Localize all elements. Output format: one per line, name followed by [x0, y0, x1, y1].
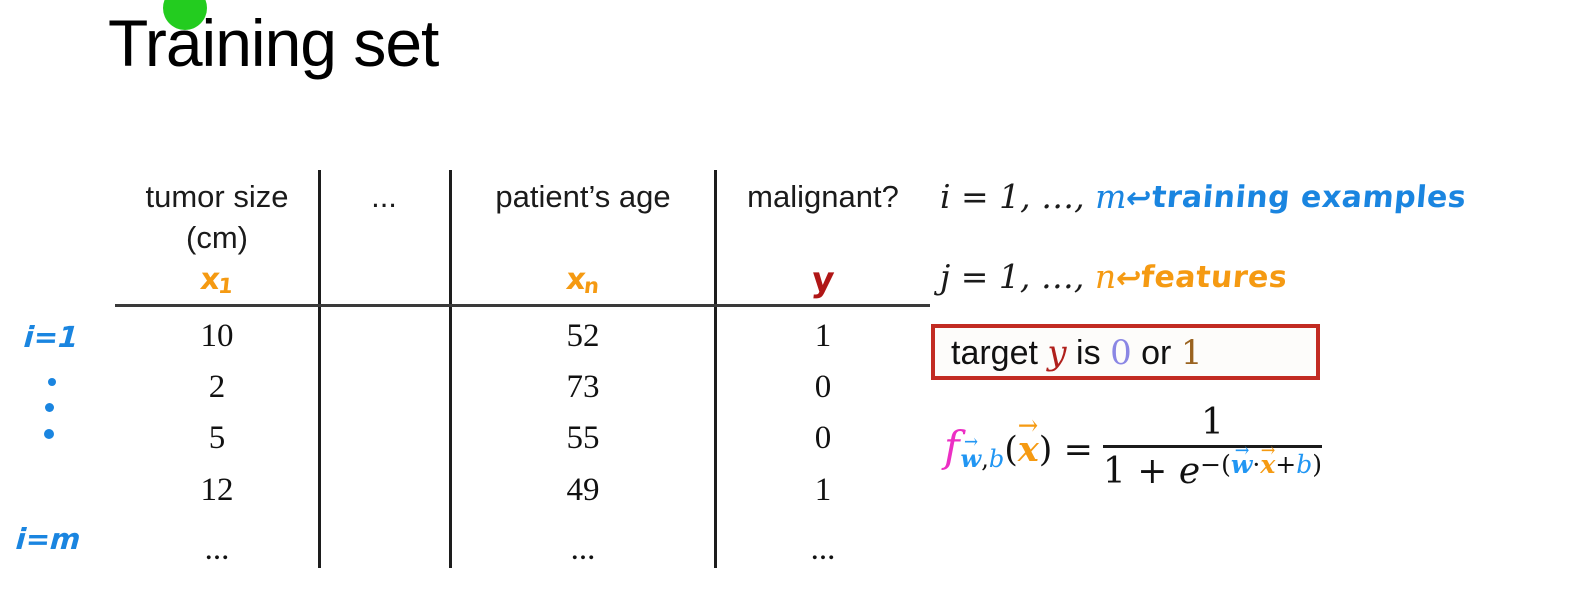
- var-b: b: [1296, 449, 1313, 479]
- arrow-left-icon: ↩: [1123, 181, 1155, 216]
- target-value-one: 1: [1180, 333, 1203, 373]
- table-cell: 49: [566, 472, 600, 508]
- var-b: b: [988, 445, 1005, 474]
- column-header-ellipsis: ...: [371, 179, 397, 214]
- target-value-zero: 0: [1110, 333, 1132, 373]
- table-cell: 10: [200, 318, 234, 354]
- var-m: m: [1095, 177, 1127, 216]
- vector-w: w: [1231, 451, 1253, 479]
- vector-w: w: [961, 444, 982, 473]
- table-cell: 1: [814, 472, 832, 508]
- table-cell: 5: [208, 420, 226, 456]
- target-var-y: y: [1047, 333, 1067, 373]
- table-cell: 0: [814, 369, 832, 405]
- vertical-ellipsis-icon: [44, 378, 70, 456]
- var-n: n: [1094, 257, 1117, 296]
- column-header-age: patient’s age: [495, 179, 671, 214]
- annotation-index-i: i = 1, …, m↩training examples: [940, 177, 1468, 216]
- formula-fraction: 1 1 + e−(w·x+b): [1102, 402, 1322, 492]
- table-cell: 2: [208, 369, 226, 405]
- column-header-malignant: malignant?: [747, 179, 899, 214]
- row-index-first: i=1: [22, 320, 80, 354]
- symbol-y: y: [809, 260, 837, 300]
- vector-x: x: [1260, 451, 1275, 479]
- table-cell: 73: [566, 369, 600, 405]
- table-header-rule: [115, 304, 930, 307]
- column-header-tumor-size: tumor size (cm): [145, 179, 289, 256]
- table-cell: ...: [810, 531, 836, 567]
- formula-fraction-bar: [1102, 444, 1322, 448]
- vector-x: x: [1018, 429, 1039, 470]
- row-index-last: i=m: [14, 522, 82, 556]
- table-cell: ...: [204, 531, 230, 567]
- symbol-x1: x1: [198, 262, 235, 298]
- training-set-table: tumor size (cm) ... patient’s age malign…: [0, 0, 940, 599]
- formula-exponent: −(w·x+b): [1200, 451, 1322, 479]
- table-cell: 1: [814, 318, 832, 354]
- table-cell: ...: [570, 531, 596, 567]
- formula-numerator: 1: [1200, 402, 1224, 443]
- note-features: features: [1139, 260, 1290, 295]
- symbol-xn: xn: [564, 262, 601, 298]
- table-cell: 12: [200, 472, 234, 508]
- table-cell: 52: [566, 318, 600, 354]
- annotation-index-j: j = 1, …, n↩features: [940, 257, 1290, 296]
- logistic-function-formula: fw,b(x) = 1 1 + e−(w·x+b): [944, 404, 1322, 491]
- table-cell: 55: [566, 420, 600, 456]
- formula-denominator: 1 + e−(w·x+b): [1103, 450, 1322, 492]
- formula-left-side: fw,b(x) =: [944, 422, 1093, 473]
- table-cell: 0: [814, 420, 832, 456]
- formula-f: f: [944, 422, 960, 472]
- target-callout-text: target y is 0 or 1: [951, 333, 1203, 373]
- note-training-examples: training examples: [1150, 180, 1468, 215]
- formula-e: e: [1178, 450, 1201, 492]
- formula-equals: =: [1063, 430, 1093, 471]
- formula-subscript-wb: w,b: [961, 444, 1005, 473]
